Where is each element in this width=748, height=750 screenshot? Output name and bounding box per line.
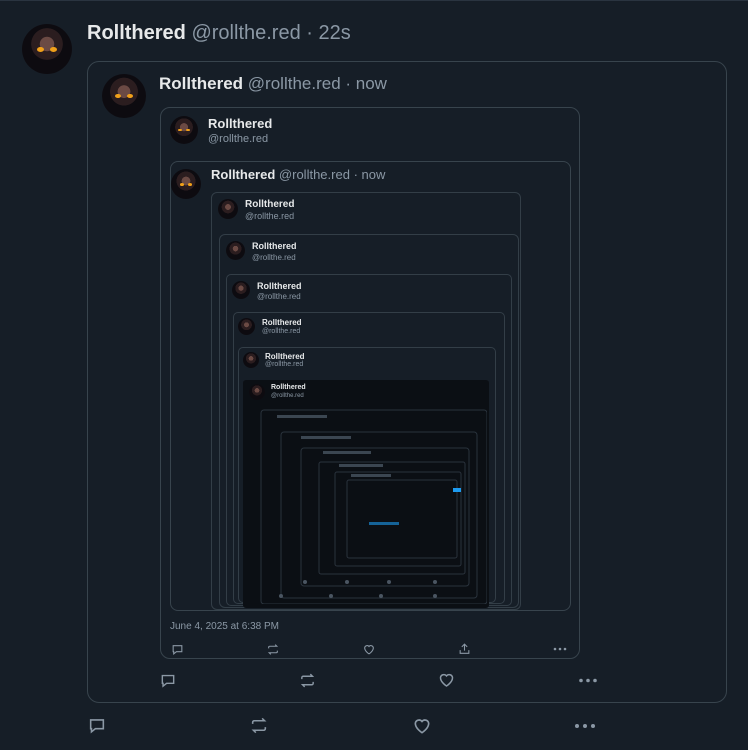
nested1-handle: @rollthe.red [245, 211, 295, 221]
more-icon[interactable] [553, 647, 567, 651]
nested1-avatar [218, 199, 238, 219]
nested2-name: Rollthered [252, 241, 297, 251]
quote1-header: Rollthered @rollthe.red · now [159, 74, 387, 94]
more-icon[interactable] [578, 678, 598, 683]
quote3-handle: @rollthe.red [278, 167, 350, 182]
quote3-header: Rollthered @rollthe.red · now [211, 167, 385, 182]
quote3-name: Rollthered [211, 167, 276, 182]
quote2-name: Rollthered [208, 116, 273, 131]
repost-icon[interactable] [298, 672, 317, 689]
share-icon[interactable] [458, 642, 471, 656]
nested6-avatar [249, 384, 265, 400]
nested5-name: Rollthered [265, 352, 305, 361]
quote2-handle: @rollthe.red [208, 133, 269, 145]
nested5-handle: @rollthe.red [265, 361, 304, 368]
heart-icon[interactable] [437, 671, 456, 689]
quote3-time: · now [353, 167, 386, 182]
quote1-handle: @rollthe.red [247, 74, 341, 93]
more-icon[interactable] [574, 723, 596, 729]
nested3-name: Rollthered [257, 281, 302, 291]
author-name[interactable]: Rollthered [87, 22, 186, 44]
quote1-time: · now [345, 74, 387, 93]
quote1-avatar [102, 74, 146, 118]
repost-icon[interactable] [248, 716, 270, 735]
quote2-avatar [170, 116, 198, 144]
post-time[interactable]: · 22s [306, 22, 350, 44]
main-post-header: Rollthered @rollthe.red · 22s [87, 22, 351, 45]
author-handle[interactable]: @rollthe.red [191, 22, 300, 44]
nested4-avatar [238, 318, 255, 335]
reply-icon[interactable] [171, 643, 184, 656]
nested3-avatar [232, 281, 250, 299]
reply-icon[interactable] [87, 716, 107, 735]
heart-icon[interactable] [411, 716, 433, 736]
main-avatar[interactable] [22, 24, 72, 74]
nested4-name: Rollthered [262, 318, 302, 327]
repost-icon[interactable] [266, 643, 280, 656]
quote1-name: Rollthered [159, 74, 244, 93]
top-divider [0, 0, 748, 1]
recursive-preview [251, 408, 488, 605]
nested5-avatar [243, 352, 259, 368]
heart-icon[interactable] [362, 643, 376, 656]
nested2-avatar [226, 241, 245, 260]
nested2-handle: @rollthe.red [252, 253, 296, 262]
reply-icon[interactable] [159, 672, 177, 689]
inner-post-date: June 4, 2025 at 6:38 PM [170, 621, 279, 632]
nested3-handle: @rollthe.red [257, 292, 301, 301]
nested6-name: Rollthered [271, 384, 306, 391]
quote3-avatar [171, 169, 201, 199]
nested6-handle: @rollthe.red [271, 393, 304, 399]
nested4-handle: @rollthe.red [262, 328, 301, 335]
nested1-name: Rollthered [245, 199, 295, 210]
